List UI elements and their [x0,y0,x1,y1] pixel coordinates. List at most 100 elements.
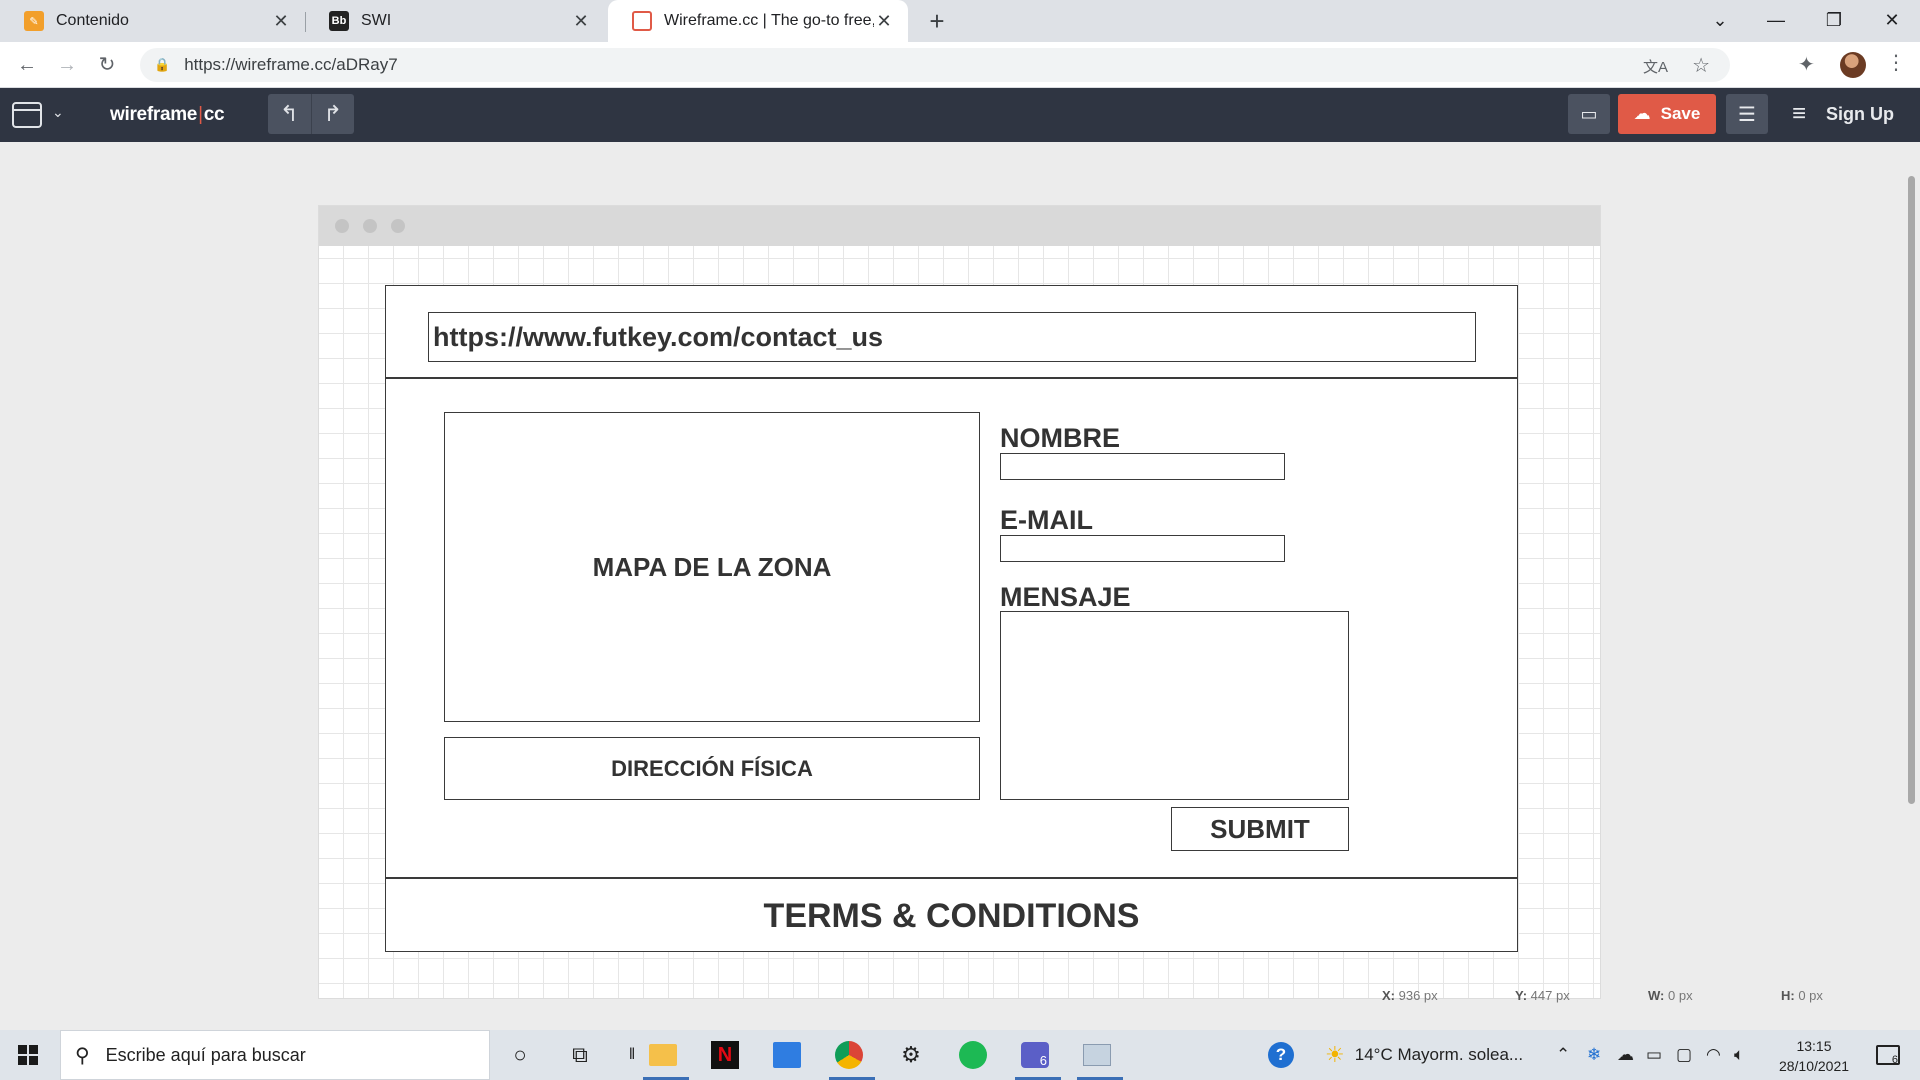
battery-icon[interactable]: ▭ [1646,1030,1662,1080]
pencil-note-icon: ✎ [24,11,44,31]
tab-swi[interactable]: Bb SWI ✕ [305,0,605,42]
netflix-icon[interactable]: N [705,1038,745,1072]
onedrive-cloud-icon[interactable]: ☁ [1617,1030,1634,1080]
wireframe-icon [632,11,652,31]
teams-icon[interactable]: 6 [1015,1038,1055,1072]
translate-icon[interactable]: 文A [1643,56,1668,77]
weather-text: 14°C Mayorm. solea... [1354,1045,1524,1064]
cortana-icon[interactable]: ○ [500,1038,540,1072]
name-field[interactable] [1000,453,1285,480]
file-explorer-icon[interactable] [643,1038,683,1072]
teams-badge: 6 [1021,1042,1049,1068]
tab-search-chevron-icon[interactable]: ⌄ [1692,0,1748,42]
save-button[interactable]: ☁ Save [1618,94,1716,134]
url-text[interactable]: https://wireframe.cc/aDRay7 [184,55,398,75]
taskbar-search-input[interactable]: ⚲ Escribe aquí para buscar [60,1030,490,1080]
snipping-tool-icon[interactable] [1077,1038,1117,1072]
tray-chevron-icon[interactable]: ⌃ [1556,1030,1570,1080]
vertical-scrollbar[interactable] [1908,176,1915,804]
terms-label: TERMS & CONDITIONS [763,896,1140,935]
window-dot [391,219,405,233]
menu-icon: ≡ [1791,100,1806,127]
undo-redo-group: ↰ ↱ [268,94,354,134]
email-field[interactable] [1000,535,1285,562]
logo-separator: | [198,104,203,125]
forward-icon[interactable]: → [50,48,84,82]
close-icon[interactable]: ✕ [271,11,291,32]
notification-center-icon[interactable]: 6 [1876,1030,1900,1080]
h-readout: H: 0 px [1781,988,1823,1003]
terms-footer[interactable]: TERMS & CONDITIONS [385,880,1518,952]
reload-icon[interactable]: ↻ [90,48,124,82]
comment-icon: ▭ [1580,103,1598,124]
comment-button[interactable]: ▭ [1568,94,1610,134]
submit-label: SUBMIT [1210,813,1310,844]
browser-menu-icon[interactable]: ⋮ [1886,50,1906,75]
sign-up-link[interactable]: Sign Up [1826,104,1894,125]
profile-avatar[interactable] [1840,52,1866,78]
minimize-button[interactable]: — [1748,0,1804,42]
y-readout-label: Y: [1515,988,1528,1003]
settings-gear-icon[interactable]: ⚙ [891,1038,931,1072]
app-header: ⌄ wireframe|cc ↰ ↱ ▭ ☁ Save ☰ ≡ Sign Up [0,88,1920,142]
wireframe-url-text: https://www.futkey.com/contact_us [433,321,884,352]
close-icon[interactable]: ✕ [874,11,894,32]
w-readout: W: 0 px [1648,988,1693,1003]
email-label: E-MAIL [1000,505,1093,535]
extensions-puzzle-icon[interactable]: ✦ [1798,52,1815,77]
weather-widget[interactable]: ☀ 14°C Mayorm. solea... [1325,1030,1523,1080]
system-clock[interactable]: 13:15 28/10/2021 [1764,1036,1864,1076]
wireframe-logo[interactable]: wireframe|cc [110,104,225,126]
windows-start-icon[interactable] [18,1045,38,1065]
undo-icon[interactable]: ↰ [268,94,312,134]
submit-button[interactable]: SUBMIT [1171,807,1349,851]
bookmark-star-icon[interactable]: ☆ [1692,53,1710,78]
close-icon[interactable]: ✕ [571,11,591,32]
settings-button[interactable]: ☰ [1726,94,1768,134]
map-label: MAPA DE LA ZONA [592,551,832,582]
map-placeholder[interactable]: MAPA DE LA ZONA [444,412,980,722]
browser-toolbar: ← → ↻ 🔒 https://wireframe.cc/aDRay7 文A ☆ [0,42,1920,88]
window-dot [335,219,349,233]
sun-cloud-icon: ☀ [1325,1042,1345,1067]
chevron-down-icon[interactable]: ⌄ [52,104,64,121]
display-icon[interactable]: ▢ [1676,1030,1692,1080]
message-textarea[interactable] [1000,611,1349,800]
bluetooth-snowflake-icon[interactable]: ❄ [1587,1030,1601,1080]
search-icon: ⚲ [75,1044,90,1067]
windows-taskbar: ⚲ Escribe aquí para buscar ○ ⧉ ‖ N ⚙ 6 ?… [0,1030,1920,1080]
spotify-icon[interactable] [953,1038,993,1072]
document-icon[interactable] [12,102,42,128]
header-divider [385,377,1518,379]
logo-text: wireframe [110,104,198,125]
help-icon[interactable]: ? [1268,1030,1294,1080]
window-close-button[interactable]: ✕ [1864,0,1920,42]
restore-button[interactable]: ❐ [1806,0,1862,42]
tab-wireframe[interactable]: Wireframe.cc | The go-to free, on ✕ [608,0,908,42]
window-dot [363,219,377,233]
new-tab-button[interactable]: + [920,4,954,38]
tab-title: Wireframe.cc | The go-to free, on [664,12,874,29]
back-icon[interactable]: ← [10,48,44,82]
x-readout-label: X: [1382,988,1395,1003]
clock-time: 13:15 [1796,1038,1832,1054]
redo-icon[interactable]: ↱ [312,94,355,134]
volume-icon[interactable]: 🔈︎ [1734,1030,1744,1080]
chrome-icon[interactable] [829,1038,869,1072]
address-box[interactable]: DIRECCIÓN FÍSICA [444,737,980,800]
lock-icon: 🔒 [154,57,171,72]
sliders-icon: ☰ [1738,103,1756,126]
hamburger-menu-button[interactable]: ≡ [1784,94,1814,134]
wifi-icon[interactable]: ◠ [1706,1030,1721,1080]
name-label: NOMBRE [1000,423,1120,453]
w-readout-value: 0 px [1668,988,1693,1003]
frame-titlebar [319,206,1600,246]
address-bar[interactable]: 🔒 https://wireframe.cc/aDRay7 文A ☆ [140,48,1730,82]
calendar-icon[interactable] [767,1038,807,1072]
h-readout-value: 0 px [1798,988,1823,1003]
h-readout-label: H: [1781,988,1795,1003]
wireframe-url-bar[interactable]: https://www.futkey.com/contact_us [428,312,1476,362]
logo-text: cc [203,104,225,125]
task-view-icon[interactable]: ⧉ [560,1038,600,1072]
tab-contenido[interactable]: ✎ Contenido ✕ [0,0,305,42]
